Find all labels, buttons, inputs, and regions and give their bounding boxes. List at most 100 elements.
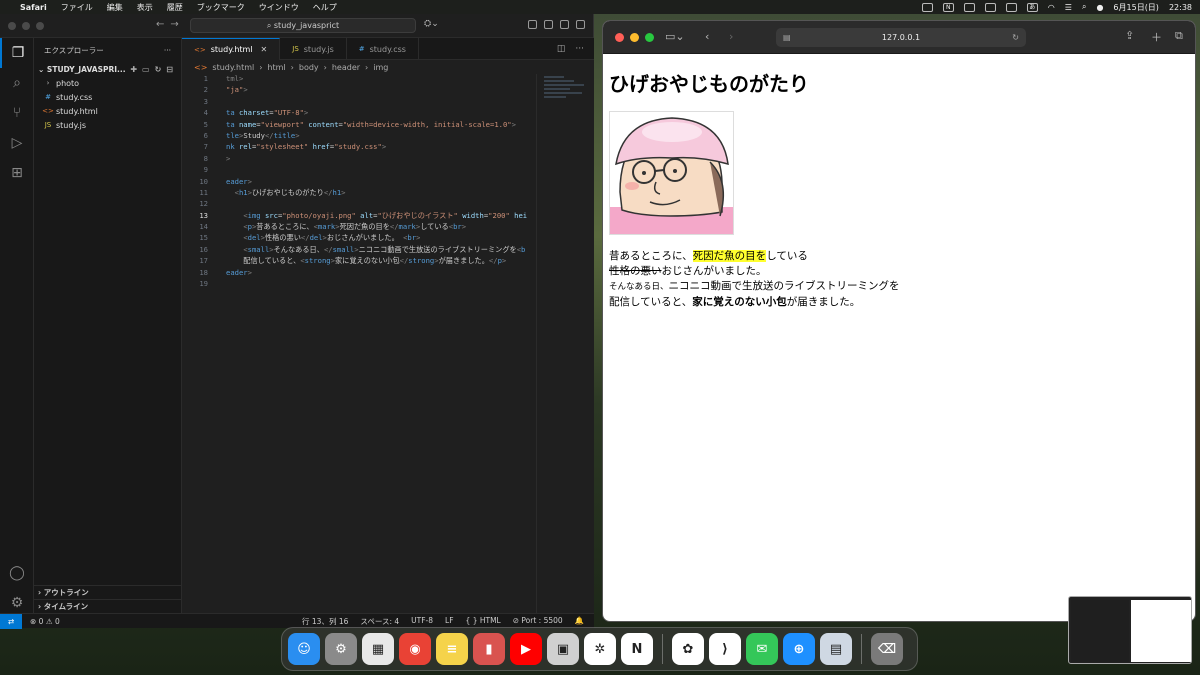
breadcrumb-item[interactable]: study.html [212, 63, 254, 72]
language-mode[interactable]: { } HTML [466, 616, 501, 627]
run-debug-icon[interactable]: ▷ [0, 128, 34, 158]
menu-file[interactable]: ファイル [61, 2, 93, 13]
share-icon[interactable]: ⇪ [1125, 29, 1134, 42]
end-of-line[interactable]: LF [445, 616, 454, 627]
code-line[interactable]: 14 <p>昔あるところに、<mark>死因だ魚の目を</mark>している<b… [182, 222, 537, 233]
close-tab-icon[interactable]: ✕ [261, 45, 268, 54]
more-actions-icon[interactable]: ··· [164, 46, 171, 55]
ime-indicator[interactable]: あ [1026, 2, 1038, 12]
status-icon-3[interactable] [984, 2, 996, 12]
indentation[interactable]: スペース: 4 [360, 616, 399, 627]
code-line[interactable]: 16 <small>そんなある日、</small>ニコニコ動画で生放送のライブス… [182, 245, 537, 256]
notes-icon[interactable]: ≡ [436, 633, 468, 665]
messages-icon[interactable]: ✉ [746, 633, 778, 665]
finder-icon[interactable]: ☺ [288, 633, 320, 665]
youtube-icon[interactable]: ▶ [510, 633, 542, 665]
safari-icon[interactable]: ⊕ [783, 633, 815, 665]
tree-item-study-css[interactable]: # study.css [34, 90, 181, 104]
notifications-icon[interactable]: 🔔 [575, 616, 584, 627]
code-editor[interactable]: 1 tml> 2 "ja"> 3 4 ta charset="UTF-8"> 5 ta name… [182, 74, 537, 374]
wifi-icon[interactable]: ◠ [1048, 3, 1055, 12]
minimize-button[interactable] [22, 22, 30, 30]
menu-view[interactable]: 表示 [137, 2, 153, 13]
code-line[interactable]: 17 配信していると、<strong>家に覚えのない小包</strong>が届き… [182, 256, 537, 267]
secondary-sidebar-icon[interactable] [576, 20, 585, 29]
live-server-port[interactable]: ⊘ Port : 5500 [513, 616, 563, 627]
explorer-icon[interactable]: ❐ [0, 38, 34, 68]
chrome-icon[interactable]: ◉ [399, 633, 431, 665]
nav-arrows[interactable]: ←→ [156, 19, 185, 30]
breadcrumb-item[interactable]: header [332, 63, 360, 72]
control-center-icon[interactable]: ☰ [1065, 3, 1072, 12]
account-icon[interactable]: ◯ [0, 558, 34, 588]
notion-icon[interactable]: N [621, 633, 653, 665]
photos-icon[interactable]: ✿ [672, 633, 704, 665]
split-editor-icon[interactable]: ◫ [557, 44, 566, 54]
sidebar-toggle-icon[interactable] [544, 20, 553, 29]
minimize-button[interactable] [630, 33, 639, 42]
tab-study-html[interactable]: <> study.html ✕ [182, 38, 281, 60]
menu-app-name[interactable]: Safari [20, 3, 47, 12]
remote-icon[interactable]: ⇄ [0, 613, 22, 629]
menu-edit[interactable]: 編集 [107, 2, 123, 13]
code-line[interactable]: 12 [182, 199, 537, 210]
code-line[interactable]: 6 tle>Study</title> [182, 131, 537, 142]
tree-item-study-js[interactable]: JS study.js [34, 118, 181, 132]
menubar-date[interactable]: 6月15日(日) [1113, 2, 1159, 13]
layout-toggle-icon[interactable] [528, 20, 537, 29]
code-line[interactable]: 2 "ja"> [182, 85, 537, 96]
editor-scrollbar[interactable] [536, 74, 594, 614]
command-center[interactable]: ⌕ study_javasprict [190, 18, 416, 33]
trash-icon[interactable]: ⌫ [871, 633, 903, 665]
code-line[interactable]: 5 ta name="viewport" content="width=devic… [182, 120, 537, 131]
code-line[interactable]: 3 [182, 97, 537, 108]
close-button[interactable] [8, 22, 16, 30]
chatgpt-icon[interactable]: ✲ [584, 633, 616, 665]
code-line[interactable]: 4 ta charset="UTF-8"> [182, 108, 537, 119]
siri-icon[interactable]: ● [1096, 3, 1103, 12]
problems-indicator[interactable]: ⊗ 0 ⚠ 0 [30, 617, 60, 626]
breadcrumb-item[interactable]: html [267, 63, 285, 72]
code-line[interactable]: 7 nk rel="stylesheet" href="study.css"> [182, 142, 537, 153]
tab-study-js[interactable]: JS study.js [280, 38, 347, 60]
timeline-section[interactable]: › タイムライン [34, 599, 182, 613]
preview-icon[interactable]: ▤ [820, 633, 852, 665]
copilot-icon[interactable]: ⛭⌄ [424, 19, 439, 29]
new-file-icon[interactable]: ✚ [130, 65, 137, 74]
code-line[interactable]: 15 <del>性格の悪い</del>おじさんがいました。 <br> [182, 233, 537, 244]
system-settings-icon[interactable]: ⚙ [325, 633, 357, 665]
forward-icon[interactable]: › [729, 30, 733, 43]
code-line[interactable]: 11 <h1>ひげおやじものがたり</h1> [182, 188, 537, 199]
breadcrumb-item[interactable]: body [299, 63, 319, 72]
battery-icon[interactable] [1005, 2, 1017, 12]
menu-window[interactable]: ウインドウ [259, 2, 299, 13]
refresh-icon[interactable]: ↻ [155, 65, 162, 74]
tree-item-study-html[interactable]: <> study.html [34, 104, 181, 118]
workspace-root[interactable]: ⌄ STUDY_JAVASPRI... ✚ ▭ ↻ ⊟ [34, 62, 181, 76]
tree-item-photo[interactable]: › photo [34, 76, 181, 90]
tab-study-css[interactable]: # study.css [347, 38, 419, 60]
code-line[interactable]: 18 eader> [182, 268, 537, 279]
code-line[interactable]: 9 [182, 165, 537, 176]
installer-icon[interactable]: ▣ [547, 633, 579, 665]
status-icon-2[interactable] [963, 2, 975, 12]
collapse-all-icon[interactable]: ⊟ [166, 65, 173, 74]
status-icon-1[interactable] [921, 2, 933, 12]
notion-menubar-icon[interactable]: N [942, 2, 954, 12]
launchpad-icon[interactable]: ▦ [362, 633, 394, 665]
screenshot-thumbnail[interactable] [1068, 596, 1192, 664]
address-bar[interactable]: ▤ 127.0.0.1 ↻ [776, 28, 1026, 47]
menubar-time[interactable]: 22:38 [1169, 3, 1192, 12]
zoom-button[interactable] [645, 33, 654, 42]
search-icon[interactable]: ⌕ [0, 68, 34, 98]
tab-overview-icon[interactable]: ⧉ [1175, 29, 1183, 43]
code-line[interactable]: 8 > [182, 154, 537, 165]
zoom-button[interactable] [36, 22, 44, 30]
menu-help[interactable]: ヘルプ [313, 2, 337, 13]
outline-section[interactable]: › アウトライン [34, 585, 182, 599]
page-settings-icon[interactable]: ▤ [783, 28, 791, 47]
new-folder-icon[interactable]: ▭ [142, 65, 150, 74]
code-line[interactable]: 19 [182, 279, 537, 290]
cursor-position[interactable]: 行 13、列 16 [302, 616, 348, 627]
panel-toggle-icon[interactable] [560, 20, 569, 29]
